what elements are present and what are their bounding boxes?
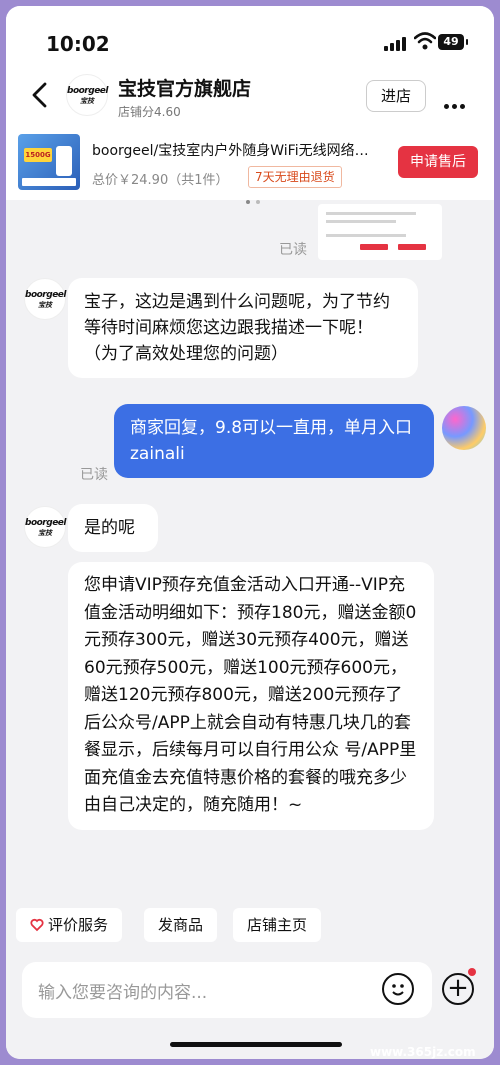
logo-text: boorgeel bbox=[67, 86, 108, 96]
battery-icon: 49 bbox=[438, 34, 468, 50]
product-price: 总价￥24.90（共1件） bbox=[92, 173, 229, 188]
heart-icon bbox=[30, 918, 44, 932]
logo-sub: 宝技 bbox=[80, 97, 94, 105]
status-bar: 10:02 49 bbox=[6, 6, 494, 66]
product-card[interactable]: 1500G boorgeel/宝技室内户外随身WiFi无线网络… 总价￥24.9… bbox=[6, 124, 494, 200]
plus-icon[interactable]: + bbox=[442, 973, 474, 1005]
after-sale-button[interactable]: 申请售后 bbox=[398, 146, 478, 178]
logo-text: boorgeel bbox=[25, 290, 66, 300]
rate-service-button[interactable]: 评价服务 bbox=[16, 908, 123, 942]
store-home-button[interactable]: 店铺主页 bbox=[233, 908, 322, 942]
product-thumbnail: 1500G bbox=[18, 134, 80, 190]
read-receipt: 已读 bbox=[279, 242, 307, 258]
message-bubble-shop[interactable]: 是的呢 bbox=[68, 504, 158, 552]
shop-avatar[interactable]: boorgeel 宝技 bbox=[24, 506, 66, 548]
send-product-button[interactable]: 发商品 bbox=[144, 908, 218, 942]
rate-service-label: 评价服务 bbox=[48, 916, 109, 934]
home-indicator bbox=[170, 1042, 342, 1047]
chat-screen: 10:02 49 boorgeel 宝技 宝技官方旗舰店 店铺分4.60 进店 … bbox=[6, 6, 494, 1059]
emoji-icon[interactable] bbox=[382, 973, 414, 1005]
back-icon[interactable] bbox=[28, 80, 52, 110]
status-time: 10:02 bbox=[46, 32, 110, 56]
shop-avatar[interactable]: boorgeel 宝技 bbox=[24, 278, 66, 320]
signal-icon bbox=[384, 35, 408, 51]
enter-store-button[interactable]: 进店 bbox=[366, 80, 426, 112]
wifi-icon bbox=[414, 32, 436, 50]
logo-text: boorgeel bbox=[25, 518, 66, 528]
read-receipt: 已读 bbox=[80, 467, 108, 483]
more-icon[interactable] bbox=[444, 94, 468, 113]
store-name[interactable]: 宝技官方旗舰店 bbox=[118, 74, 251, 101]
watermark: www.365jz.com bbox=[370, 1045, 476, 1059]
message-bubble-shop[interactable]: 宝子，这边是遇到什么问题呢，为了节约等待时间麻烦您这边跟我描述一下呢！（为了高效… bbox=[68, 278, 418, 378]
product-title: boorgeel/宝技室内户外随身WiFi无线网络… bbox=[92, 143, 369, 159]
store-logo[interactable]: boorgeel 宝技 bbox=[66, 74, 108, 116]
message-bubble-shop[interactable]: 您申请VIP预存充值金活动入口开通--VIP充值金活动明细如下：预存180元，赠… bbox=[68, 562, 434, 830]
user-avatar[interactable] bbox=[442, 406, 486, 450]
logo-sub: 宝技 bbox=[38, 301, 52, 309]
message-input[interactable]: 输入您要咨询的内容... bbox=[22, 962, 432, 1018]
thumb-badge: 1500G bbox=[24, 148, 52, 162]
notification-dot bbox=[468, 968, 476, 976]
input-placeholder: 输入您要咨询的内容... bbox=[38, 983, 208, 1003]
store-score: 店铺分4.60 bbox=[118, 105, 181, 119]
message-bubble-me[interactable]: 商家回复，9.8可以一直用，单月入口zainali bbox=[114, 404, 434, 478]
image-message[interactable] bbox=[318, 204, 442, 260]
return-policy-tag: 7天无理由退货 bbox=[248, 166, 342, 188]
chat-header: boorgeel 宝技 宝技官方旗舰店 店铺分4.60 进店 bbox=[6, 66, 494, 124]
logo-sub: 宝技 bbox=[38, 529, 52, 537]
